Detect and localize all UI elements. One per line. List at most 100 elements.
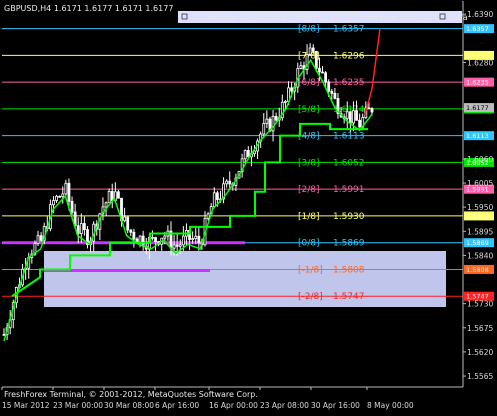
candle-body xyxy=(262,123,266,135)
price-tag-text: 1.5930 xyxy=(466,212,489,220)
murrey-level-label: [3/8] xyxy=(298,158,320,168)
copyright-text: FreshForex Terminal, © 2001-2012, MetaQu… xyxy=(4,390,258,399)
candle-body xyxy=(175,244,179,247)
candle-body xyxy=(243,150,247,160)
candle-body xyxy=(333,92,337,99)
murrey-level-label: [6/8] xyxy=(298,78,320,88)
price-tag-text: 1.6113 xyxy=(466,132,489,140)
candle-body xyxy=(83,223,86,231)
murrey-level-value: 1.5808 xyxy=(333,265,365,275)
y-tick-label: 1.5840 xyxy=(467,251,493,260)
murrey-level-label: [-2/8] xyxy=(298,292,323,302)
candle-body xyxy=(64,182,68,195)
candle-body xyxy=(352,110,355,124)
candle-body xyxy=(79,223,83,234)
candle-body xyxy=(324,72,328,83)
x-tick-label: 6 Apr 16:00 xyxy=(155,401,199,410)
header-price: Price: 1.6177 xyxy=(298,13,351,22)
header-timeframe: TimeFrame-2007-v0.05 xyxy=(351,13,445,22)
murrey-level-value: 1.6235 xyxy=(333,78,365,88)
candle-body xyxy=(345,111,349,120)
murrey-level-label: [2/8] xyxy=(298,185,320,195)
candle-body xyxy=(55,195,58,201)
candle-body xyxy=(52,200,55,206)
candle-body xyxy=(123,216,127,222)
murrey-level-label: [-1/8] xyxy=(298,265,323,275)
y-tick-label: 1.5565 xyxy=(467,372,493,381)
symbol-ohlc: GBPUSD,H4 1.6171 1.6177 1.6171 1.6177 xyxy=(4,4,173,13)
price-tag-text: 1.5808 xyxy=(466,266,489,274)
candle-body xyxy=(284,101,287,103)
candle-body xyxy=(212,192,216,207)
chart-canvas[interactable]: [8/8] 1.6357 1.6357[7/8] 1.6296 1.6296[6/8] 1… xyxy=(0,0,497,416)
value-zone-band xyxy=(44,251,446,307)
x-tick-label: 30 Apr 16:00 xyxy=(311,401,360,410)
candle-body xyxy=(367,107,371,110)
candle-body xyxy=(308,47,312,55)
candle-body xyxy=(327,81,331,92)
murrey-level-value: 1.5991 xyxy=(333,185,365,195)
y-tick-label: 1.6280 xyxy=(467,58,493,67)
murrey-level-value: 1.6052 xyxy=(333,158,365,168)
candle-body xyxy=(311,47,315,52)
murrey-level-value: 1.6296 xyxy=(333,51,365,61)
candle-body xyxy=(61,193,65,197)
murrey-level-label: [1/8] xyxy=(298,212,320,222)
murrey-level-label: [5/8] xyxy=(298,105,320,115)
candle-body xyxy=(265,118,269,124)
y-tick-label: 1.5675 xyxy=(467,324,493,333)
candle-body xyxy=(36,235,40,244)
y-tick-label: 1.5620 xyxy=(467,348,493,357)
x-tick-label: 23 Apr 08:00 xyxy=(260,401,309,410)
candle-body xyxy=(274,115,278,121)
candle-body xyxy=(181,235,185,246)
candle-body xyxy=(355,110,358,121)
candle-body xyxy=(67,182,71,202)
murrey-level-value: 1.6357 xyxy=(333,25,365,35)
candle-body xyxy=(107,191,111,204)
candle-body xyxy=(117,191,120,199)
price-tag-text: 1.6357 xyxy=(466,25,489,33)
murrey-level-value: 1.5869 xyxy=(333,239,365,249)
murrey-level-value: 1.5747 xyxy=(333,292,365,302)
trading-chart[interactable]: [8/8] 1.6357 1.6357 [7/8] 1.6296 1.6296 [6/8] 1… xyxy=(0,0,497,416)
candle-body xyxy=(163,235,167,239)
candle-body xyxy=(178,244,182,247)
candle-body xyxy=(299,65,303,69)
y-tick-label: 1.6005 xyxy=(467,179,493,188)
candle-body xyxy=(70,200,74,213)
y-tick-label: 1.6060 xyxy=(467,155,493,164)
header-datetime: DateTime: 2012.05.08 09:37 xyxy=(196,13,311,22)
x-tick-label: 8 May 00:00 xyxy=(367,401,414,410)
y-tick-label: 1.5950 xyxy=(467,203,493,212)
candle-body xyxy=(151,236,154,239)
candle-body xyxy=(172,244,176,249)
x-tick-label: 16 Apr 00:00 xyxy=(209,401,258,410)
candle-body xyxy=(154,237,157,243)
murrey-level-value: 1.6113 xyxy=(333,132,365,142)
candle-body xyxy=(129,229,133,233)
murrey-level-label: [0/8] xyxy=(298,239,320,249)
candle-body xyxy=(225,180,229,185)
candle-body xyxy=(194,235,198,239)
x-tick-label: 15 Mar 2012 xyxy=(2,401,50,410)
candle-body xyxy=(215,192,219,200)
candle-body xyxy=(126,216,130,231)
current-price-text: 1.6177 xyxy=(466,104,489,112)
candle-body xyxy=(330,90,334,94)
candle-body xyxy=(321,71,324,74)
y-tick-label: 1.5730 xyxy=(467,300,493,309)
murrey-level-label: [8/8] xyxy=(298,25,320,35)
candle-body xyxy=(197,235,201,244)
murrey-level-label: [4/8] xyxy=(298,132,320,142)
candle-body xyxy=(348,111,352,124)
price-tag-text: 1.5869 xyxy=(466,239,489,247)
candle-body xyxy=(2,333,6,336)
candle-body xyxy=(318,67,321,73)
candle-body xyxy=(39,235,43,241)
candle-body xyxy=(358,119,362,128)
murrey-level-value: 1.5930 xyxy=(333,212,365,222)
header-truncated: Defa xyxy=(449,13,468,22)
candle-body xyxy=(141,235,145,247)
candle-body xyxy=(58,195,62,198)
